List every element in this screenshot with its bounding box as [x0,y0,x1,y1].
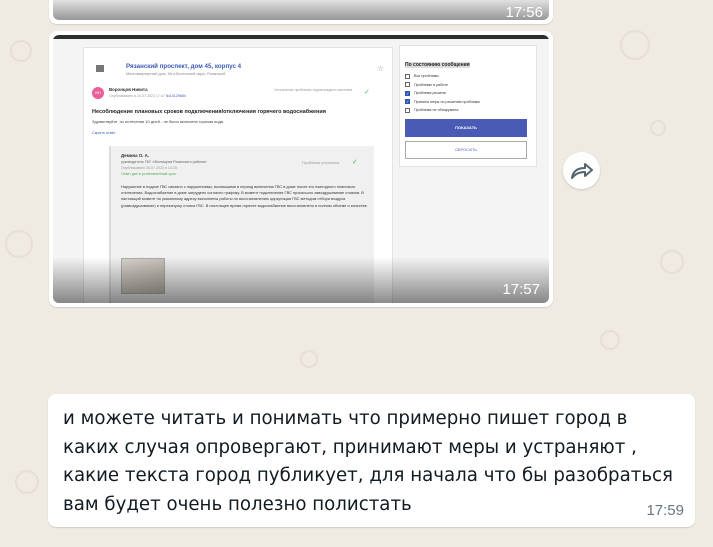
reply-body: Нарушение в подаче ГВС связано с нарушен… [121,184,368,208]
filter-option: Проблемы в работе [405,81,531,90]
author-name: Воронцов Никита [109,87,148,92]
building-icon [96,65,104,72]
checkbox [405,73,410,79]
reply-role: руководитель ГБУ «Жилищник Рязанского ра… [121,160,207,164]
show-button: ПОКАЗАТЬ [405,118,527,137]
image-overlay-gradient [53,257,549,303]
status-filter-panel: По состоянию сообщения Все проблемы Пробл… [399,45,537,167]
hide-reply-link: Скрыть ответ [92,131,116,135]
message-time: 17:57 [502,281,540,298]
screenshot-image[interactable]: Рязанский проспект, дом 45, корпус 4 Мно… [53,35,549,303]
check-circle-icon: ✓ [352,158,358,166]
checkbox-checked: ✓ [405,90,410,96]
previous-image-thumbnail[interactable] [53,0,549,20]
filter-option: ✓ Проблема решена [405,89,531,98]
check-circle-icon: ✓ [364,88,370,96]
avatar: ВН [92,87,104,99]
reply-author: Демина О. А. [121,153,150,158]
issue-text: Здравствуйте, по истечении 10 дней - не … [92,119,225,124]
reply-deadline-note: Ответ дан в установленный срок [121,172,176,176]
checkbox [405,82,410,88]
complaint-address: Рязанский проспект, дом 45, корпус 4 [126,63,242,70]
filter-option: Проблема не обнаружена [405,106,531,115]
filter-option-label: Проблема не обнаружена [414,108,459,113]
filter-option: ✓ Приняты меры по решению проблемы [405,98,531,107]
filter-options: Все проблемы Проблемы в работе ✓ Проблема р… [405,72,531,115]
checkbox [405,107,410,113]
reply-status: Проблема устранена [302,161,340,165]
text-message[interactable]: и можете читать и понимать что примерно … [48,394,695,527]
reset-button: СБРОСИТЬ [405,140,527,159]
forward-button[interactable] [563,152,600,189]
issue-title: Несоблюдение плановых сроков подключения… [92,109,326,115]
reply-date: Опубликовано 26.07.2023 в 13:25 [121,166,177,170]
message-text: и можете читать и понимать что примерно … [63,408,673,515]
image-message[interactable]: Рязанский проспект, дом 45, корпус 4 Мно… [49,31,553,307]
forward-icon [570,162,593,179]
filter-option-label: Все проблемы [414,74,439,79]
filter-option: Все проблемы [405,72,531,81]
filter-option-label: Проблема решена [414,91,446,96]
complaint-address-sub: Многоквартирный дом, Юго-Восточный округ… [126,72,226,76]
filter-title: По состоянию сообщения [405,62,470,68]
author-status: Устранение проблемы подтверждено жителем [274,88,352,92]
checkbox-checked: ✓ [405,99,410,105]
previous-image-message[interactable]: 17:56 [49,0,553,24]
message-time: 17:59 [646,502,684,519]
filter-option-label: Приняты меры по решению проблемы [414,99,480,104]
message-time: 17:56 [505,4,543,21]
star-icon: ☆ [376,64,384,73]
filter-option-label: Проблемы в работе [414,82,448,87]
publish-date: Опубликовано в 24.07.2023 17:47 №1412968… [109,94,186,98]
